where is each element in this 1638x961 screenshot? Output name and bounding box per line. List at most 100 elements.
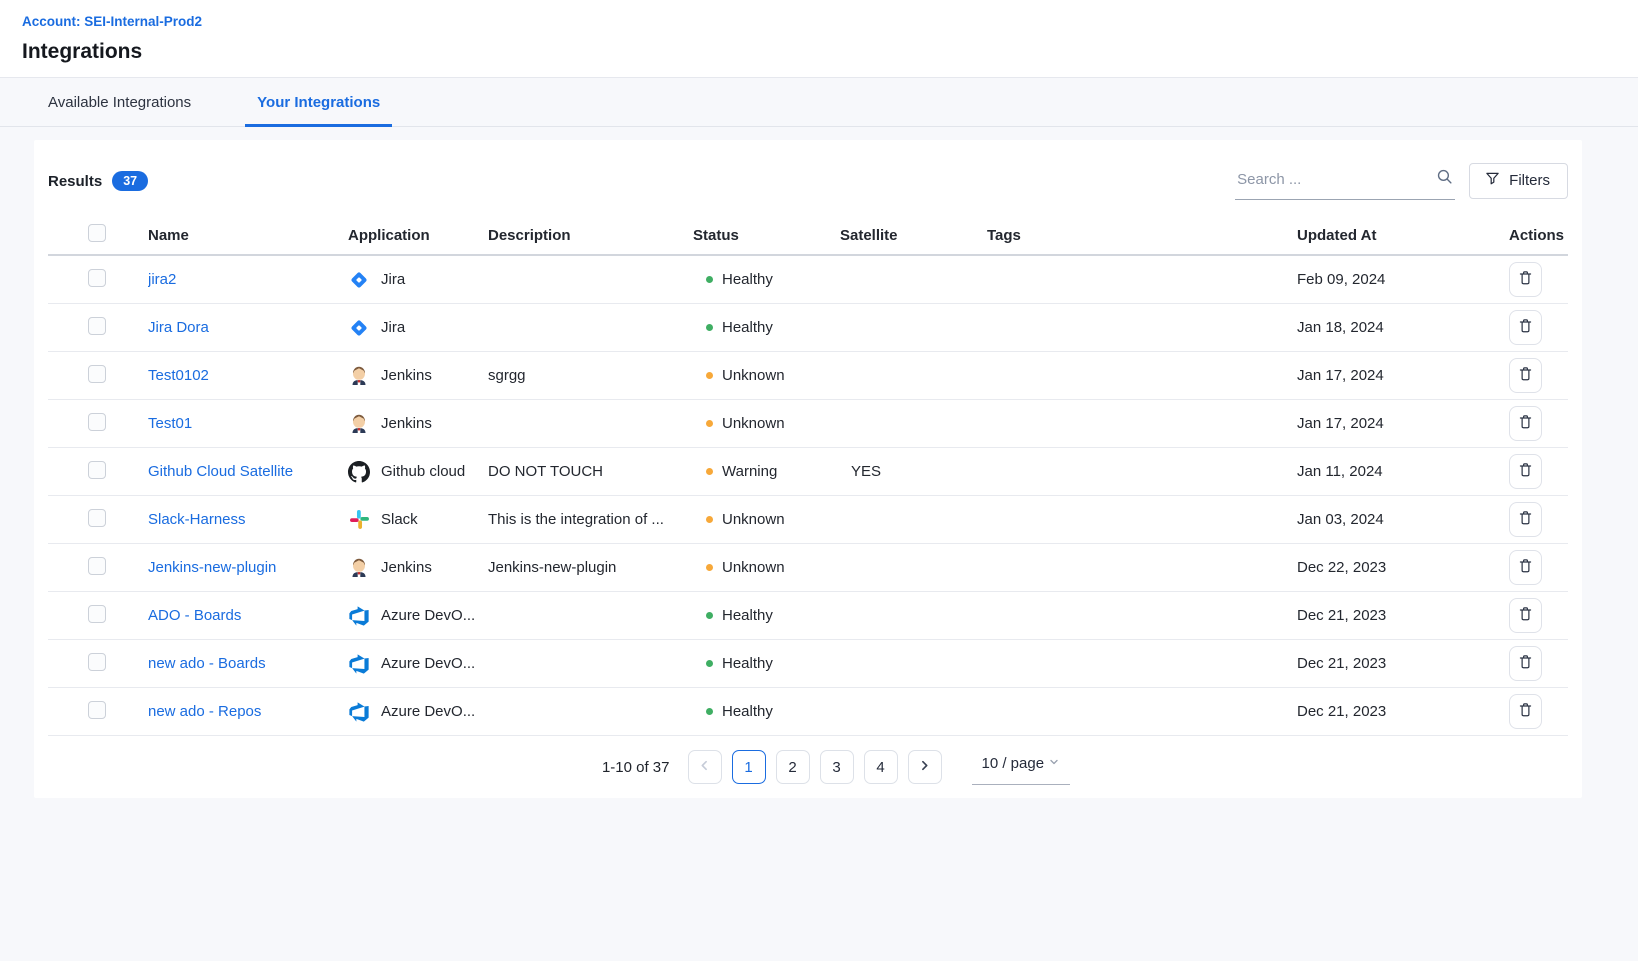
delete-button[interactable] [1509,550,1542,585]
row-checkbox-cell [48,557,148,579]
integrations-table: NameApplicationDescriptionStatusSatellit… [48,216,1568,736]
integration-name-link[interactable]: jira2 [148,271,176,288]
status-dot [706,708,713,715]
table-row: new ado - ReposAzure DevO...HealthyDec 2… [48,688,1568,736]
delete-button[interactable] [1509,646,1542,681]
select-all-checkbox[interactable] [88,224,106,242]
integration-name-link[interactable]: Test01 [148,415,192,432]
integration-name-link[interactable]: Test0102 [148,367,209,384]
application-label: Jira [381,319,405,336]
integration-name-link[interactable]: Jira Dora [148,319,209,336]
cell-application: Github cloud [348,461,488,483]
cell-description: Jenkins-new-plugin [488,559,693,576]
filters-button-label: Filters [1509,172,1550,189]
table-row: Github Cloud Satellite Github cloud DO NOT… [48,448,1568,496]
filters-button[interactable]: Filters [1469,163,1568,199]
pagination-page-1[interactable]: 1 [732,750,766,784]
cell-name: Github Cloud Satellite [148,463,348,480]
trash-icon [1518,270,1533,289]
pagination-prev-button[interactable] [688,750,722,784]
row-checkbox[interactable] [88,509,106,527]
integration-name-link[interactable]: ADO - Boards [148,607,241,624]
status-label: Unknown [722,511,785,528]
cell-application: Azure DevO... [348,653,488,675]
status-label: Healthy [722,703,773,720]
integration-name-link[interactable]: Github Cloud Satellite [148,463,293,480]
page-size-select[interactable]: 10 / page [972,749,1071,785]
page-title: Integrations [22,40,1616,64]
chevron-right-icon [918,759,931,776]
table-row: Test0102JenkinssgrggUnknownJan 17, 2024 [48,352,1568,400]
cell-actions [1509,310,1568,345]
row-checkbox-cell [48,701,148,723]
row-checkbox[interactable] [88,365,106,383]
cell-name: Test01 [148,415,348,432]
integration-name-link[interactable]: new ado - Boards [148,655,266,672]
row-checkbox[interactable] [88,701,106,719]
search-input[interactable] [1237,171,1436,188]
trash-icon [1518,702,1533,721]
delete-button[interactable] [1509,598,1542,633]
cell-status: Healthy [693,271,840,288]
search-icon [1436,168,1453,190]
status-label: Healthy [722,271,773,288]
row-checkbox[interactable] [88,317,106,335]
pagination-next-button[interactable] [908,750,942,784]
delete-button[interactable] [1509,406,1542,441]
row-checkbox[interactable] [88,557,106,575]
delete-button[interactable] [1509,262,1542,297]
row-checkbox[interactable] [88,605,106,623]
table-row: Test01JenkinsUnknownJan 17, 2024 [48,400,1568,448]
column-header-updated-at: Updated At [1297,227,1509,244]
status-dot [706,564,713,571]
delete-button[interactable] [1509,454,1542,489]
cell-application: Slack [348,509,488,531]
cell-updated-at: Dec 21, 2023 [1297,607,1509,624]
cell-actions [1509,454,1568,489]
table-header-row: NameApplicationDescriptionStatusSatellit… [48,216,1568,256]
cell-actions [1509,406,1568,441]
status-label: Healthy [722,319,773,336]
cell-actions [1509,694,1568,729]
application-label: Slack [381,511,418,528]
pagination-range-label: 1-10 of 37 [602,759,670,776]
row-checkbox[interactable] [88,269,106,287]
account-link[interactable]: Account: SEI-Internal-Prod2 [22,14,1616,29]
table-toolbar: Results 37 Filters [48,156,1568,204]
page-buttons: 1234 [688,750,942,784]
row-checkbox[interactable] [88,653,106,671]
cell-application: Azure DevO... [348,605,488,627]
pagination-page-4[interactable]: 4 [864,750,898,784]
status-dot [706,468,713,475]
cell-name: ADO - Boards [148,607,348,624]
cell-status: Healthy [693,319,840,336]
pagination-bar: 1-10 of 37 1234 10 / page [48,749,1568,785]
status-label: Warning [722,463,777,480]
application-label: Azure DevO... [381,607,475,624]
pagination-page-2[interactable]: 2 [776,750,810,784]
cell-description: DO NOT TOUCH [488,463,693,480]
delete-button[interactable] [1509,310,1542,345]
delete-button[interactable] [1509,358,1542,393]
column-header-satellite: Satellite [840,227,987,244]
delete-button[interactable] [1509,502,1542,537]
trash-icon [1518,462,1533,481]
column-header-name: Name [148,227,348,244]
integrations-card: Results 37 Filters NameApplicationDescri… [34,140,1582,798]
slack-icon [348,509,370,531]
integration-name-link[interactable]: Slack-Harness [148,511,246,528]
tab-your-integrations[interactable]: Your Integrations [245,78,392,127]
row-checkbox[interactable] [88,461,106,479]
row-checkbox-cell [48,653,148,675]
delete-button[interactable] [1509,694,1542,729]
row-checkbox[interactable] [88,413,106,431]
cell-status: Unknown [693,559,840,576]
application-label: Github cloud [381,463,465,480]
cell-description: sgrgg [488,367,693,384]
integration-name-link[interactable]: Jenkins-new-plugin [148,559,276,576]
pagination-page-3[interactable]: 3 [820,750,854,784]
integration-name-link[interactable]: new ado - Repos [148,703,261,720]
trash-icon [1518,318,1533,337]
tab-available-integrations[interactable]: Available Integrations [36,78,203,127]
row-checkbox-cell [48,317,148,339]
